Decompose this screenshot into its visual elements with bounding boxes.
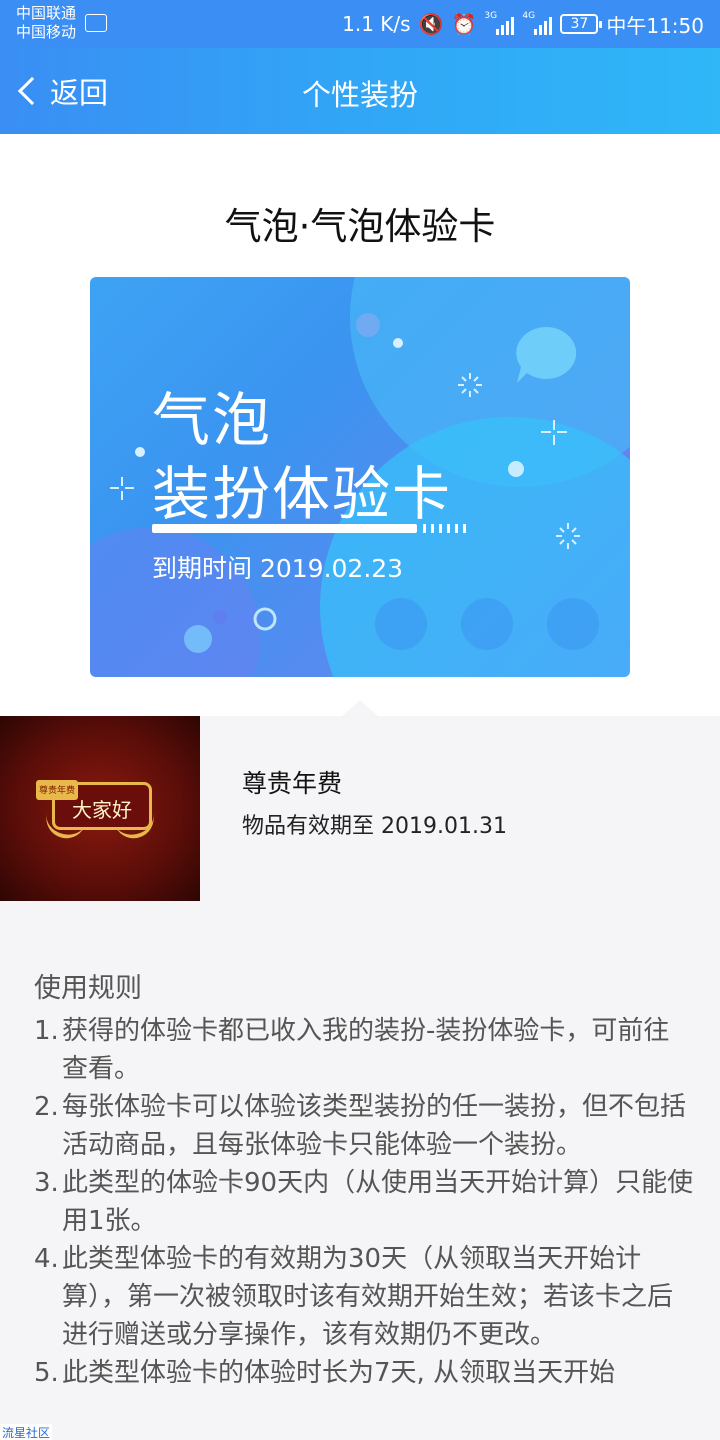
rule-number: 2. [34,1092,59,1122]
rule-item: 4. 此类型体验卡的有效期为30天（从领取当天开始计算），第一次被领取时该有效期… [34,1240,694,1354]
rule-item: 5. 此类型体验卡的体验时长为7天, 从领取当天开始 [34,1354,694,1392]
rule-number: 3. [34,1168,59,1198]
item-name: 尊贵年费 [242,769,343,798]
signal-4g-label: 4G [522,11,536,21]
rule-number: 1. [34,1016,59,1046]
rule-number: 4. [34,1244,59,1274]
card-expire-date: 到期时间 2019.02.23 [152,554,404,583]
carrier-1: 中国联通 [16,4,77,22]
crown-badge-icon: 尊贵年费 [36,780,78,800]
rule-text: 此类型体验卡的体验时长为7天, 从领取当天开始 [62,1358,616,1388]
nav-bar: 返回 个性装扮 [0,48,720,134]
signal-4g-icon: 4G [522,11,553,35]
pointer-notch [342,700,378,716]
activity-icon [85,14,107,32]
rule-text: 获得的体验卡都已收入我的装扮-装扮体验卡，可前往查看。 [62,1016,670,1084]
rule-number: 5. [34,1358,59,1388]
item-thumbnail[interactable]: 大家好 尊贵年费 [0,716,200,901]
item-header: 气泡·气泡体验卡 气泡 装扮体验卡 到期时间 2019.02.23 [0,134,720,716]
battery-icon: 37 [560,14,603,34]
clock: 中午11:50 [606,13,704,38]
alarm-icon: ⏰ [451,12,477,36]
network-speed: 1.1 K/s [342,12,411,36]
item-title: 气泡·气泡体验卡 [224,205,496,248]
signal-3g-label: 3G [484,11,498,21]
rule-item: 3. 此类型的体验卡90天内（从使用当天开始计算）只能使用1张。 [34,1164,694,1240]
signal-3g-icon: 3G [484,11,515,35]
carrier-2: 中国移动 [16,23,77,41]
experience-card: 气泡 装扮体验卡 到期时间 2019.02.23 [90,277,630,677]
rules-title: 使用规则 [34,973,142,1004]
status-bar: 中国联通 中国移动 1.1 K/s 🔇 ⏰ 3G 4G 37 中午11:50 [0,0,720,48]
card-divider [152,524,417,533]
thumb-badge-text: 尊贵年费 [38,786,75,796]
watermark: 流星社区 [0,1424,53,1440]
rule-item: 2. 每张体验卡可以体验该类型装扮的任一装扮，但不包括活动商品，且每张体验卡只能… [34,1088,694,1164]
mute-icon: 🔇 [418,12,444,36]
rule-text: 此类型体验卡的有效期为30天（从领取当天开始计算），第一次被领取时该有效期开始生… [62,1244,674,1350]
rule-text: 每张体验卡可以体验该类型装扮的任一装扮，但不包括活动商品，且每张体验卡只能体验一… [62,1092,687,1160]
page-title: 个性装扮 [301,78,418,112]
item-validity: 物品有效期至 2019.01.31 [242,814,507,839]
rule-text: 此类型的体验卡90天内（从使用当天开始计算）只能使用1张。 [62,1168,694,1236]
card-title-line2: 装扮体验卡 [152,460,453,528]
rule-item: 1. 获得的体验卡都已收入我的装扮-装扮体验卡，可前往查看。 [34,1012,694,1088]
card-title-line1: 气泡 [152,386,273,454]
status-right: 1.1 K/s 🔇 ⏰ 3G 4G 37 中午11:50 [342,10,704,38]
carrier-labels: 中国联通 中国移动 [16,4,76,42]
rules-list: 1. 获得的体验卡都已收入我的装扮-装扮体验卡，可前往查看。 2. 每张体验卡可… [34,1012,694,1392]
card-divider-ticks [423,524,466,533]
